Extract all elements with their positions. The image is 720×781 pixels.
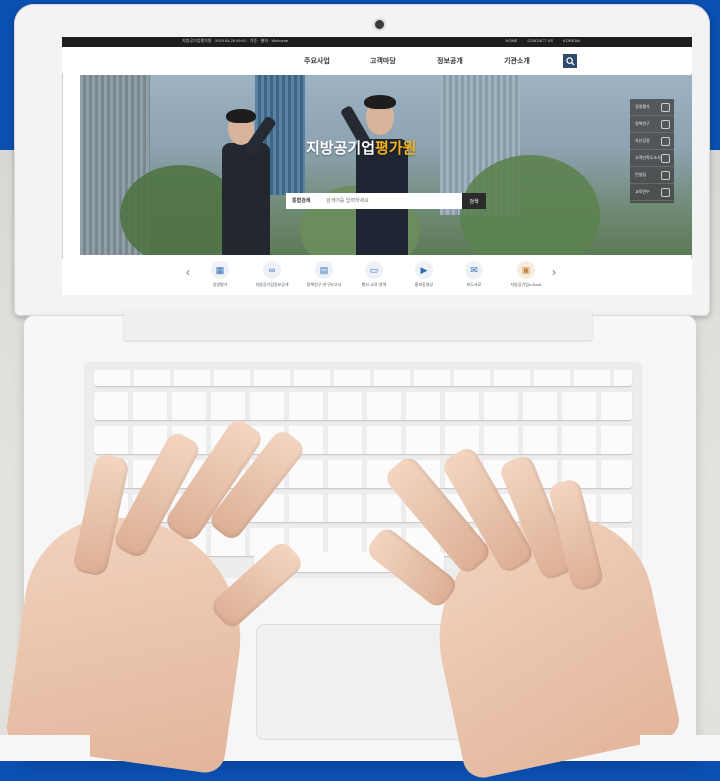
businessman-left-image (210, 95, 300, 255)
quick-item-icon (661, 103, 670, 112)
quick-item-education[interactable]: 교육연수 (630, 184, 674, 201)
nav-item-about[interactable]: 기관소개 (504, 56, 530, 66)
quick-item-consulting[interactable]: 컨설팅 (630, 167, 674, 184)
mail-icon: ✉ (465, 261, 483, 279)
trackpad (256, 624, 468, 740)
book-icon: ▭ (365, 261, 383, 279)
search-icon (565, 56, 575, 66)
language-link[interactable]: KOREAN (563, 38, 580, 43)
shortcut-evaluation[interactable]: ▦ 경영평가 (190, 261, 250, 288)
main-nav: 주요사업 고객마당 정보공개 기관소개 (62, 47, 692, 73)
webcam (375, 20, 384, 29)
nav-item-business[interactable]: 주요사업 (304, 56, 330, 66)
search-label: 통합검색 (292, 198, 311, 204)
quick-item-label: 정책연구 (635, 121, 650, 126)
hero-title-accent: 평가원 (375, 140, 417, 157)
hero-title: 지방공기업평가원 (306, 137, 416, 158)
shortcut-press[interactable]: ✉ 보도자료 (444, 261, 504, 288)
chart-icon: ▦ (211, 261, 229, 279)
quick-item-research[interactable]: 정책연구 (630, 116, 674, 133)
quick-item-label: 자산감정 (635, 138, 650, 143)
businessman-right-image (339, 83, 432, 255)
left-sleeve (0, 735, 90, 761)
keyboard-key-row (94, 370, 632, 386)
shortcut-label: 지방공기업정보공개 (255, 282, 289, 287)
hero-search-box: 통합검색 (286, 193, 462, 209)
shortcut-label: 보도자료 (466, 282, 482, 287)
laptop-lid: 지방공기업평가원 · 2019.04.26 09:41 · 기준 · 별의 · … (14, 4, 710, 316)
ebook-icon: ▣ (517, 261, 535, 279)
utility-links: HOME CONTACT US KOREAN (505, 38, 580, 43)
search-input[interactable] (326, 195, 446, 206)
quick-item-icon (661, 154, 670, 163)
quick-item-icon (661, 137, 670, 146)
right-sleeve (640, 735, 720, 761)
chart-icon: ▤ (315, 261, 333, 279)
quick-item-label: 교육연수 (635, 189, 650, 194)
search-submit-button[interactable]: 검색 (462, 193, 486, 209)
video-icon: ▶ (415, 261, 433, 279)
shortcut-ebook[interactable]: ▣ 지방공기업e-Book (496, 261, 556, 288)
laptop-screen: 지방공기업평가원 · 2019.04.26 09:41 · 기준 · 별의 · … (62, 37, 692, 295)
chevron-right-icon[interactable]: › (552, 265, 556, 279)
utility-bar: 지방공기업평가원 · 2019.04.26 09:41 · 기준 · 별의 · … (62, 37, 692, 47)
quick-item-appraisal[interactable]: 자산감정 (630, 133, 674, 150)
nav-item-disclosure[interactable]: 정보공개 (437, 56, 463, 66)
search-button[interactable] (563, 54, 577, 68)
shortcut-label: 지방공기업e-Book (510, 282, 542, 287)
quick-item-icon (661, 188, 670, 197)
hero-title-main: 지방공기업 (306, 140, 376, 157)
shortcut-label: 경영평가 (212, 282, 228, 287)
quick-item-icon (661, 171, 670, 180)
keyboard-key-row (94, 392, 632, 420)
nav-item-customer[interactable]: 고객마당 (370, 56, 396, 66)
contact-link[interactable]: CONTACT US (527, 38, 553, 43)
quick-item-label: 경영평가 (635, 104, 650, 109)
shortcut-icons-row: ‹ ▦ 경영평가 ∞ 지방공기업정보공개 ▤ 정책연구·연구보고서 ▭ 행사·교… (62, 259, 692, 295)
home-link[interactable]: HOME (505, 38, 517, 43)
quick-item-evaluation[interactable]: 경영평가 (630, 99, 674, 116)
quick-menu: 경영평가 정책연구 자산감정 고객만족도조사 컨설팅 교육연수 (630, 99, 674, 203)
quick-item-label: 컨설팅 (635, 172, 647, 177)
hero-banner: 지방공기업평가원 통합검색 검색 경영평가 정책연구 자산감정 고객만족도조사 … (80, 75, 692, 255)
utility-info: 지방공기업평가원 · 2019.04.26 09:41 · 기준 · 별의 · … (182, 38, 289, 43)
quick-item-survey[interactable]: 고객만족도조사 (630, 150, 674, 167)
link-icon: ∞ (263, 261, 281, 279)
shortcut-disclosure[interactable]: ∞ 지방공기업정보공개 (242, 261, 302, 288)
quick-item-icon (661, 120, 670, 129)
quick-item-label: 고객만족도조사 (635, 155, 661, 160)
laptop-hinge (124, 312, 592, 340)
